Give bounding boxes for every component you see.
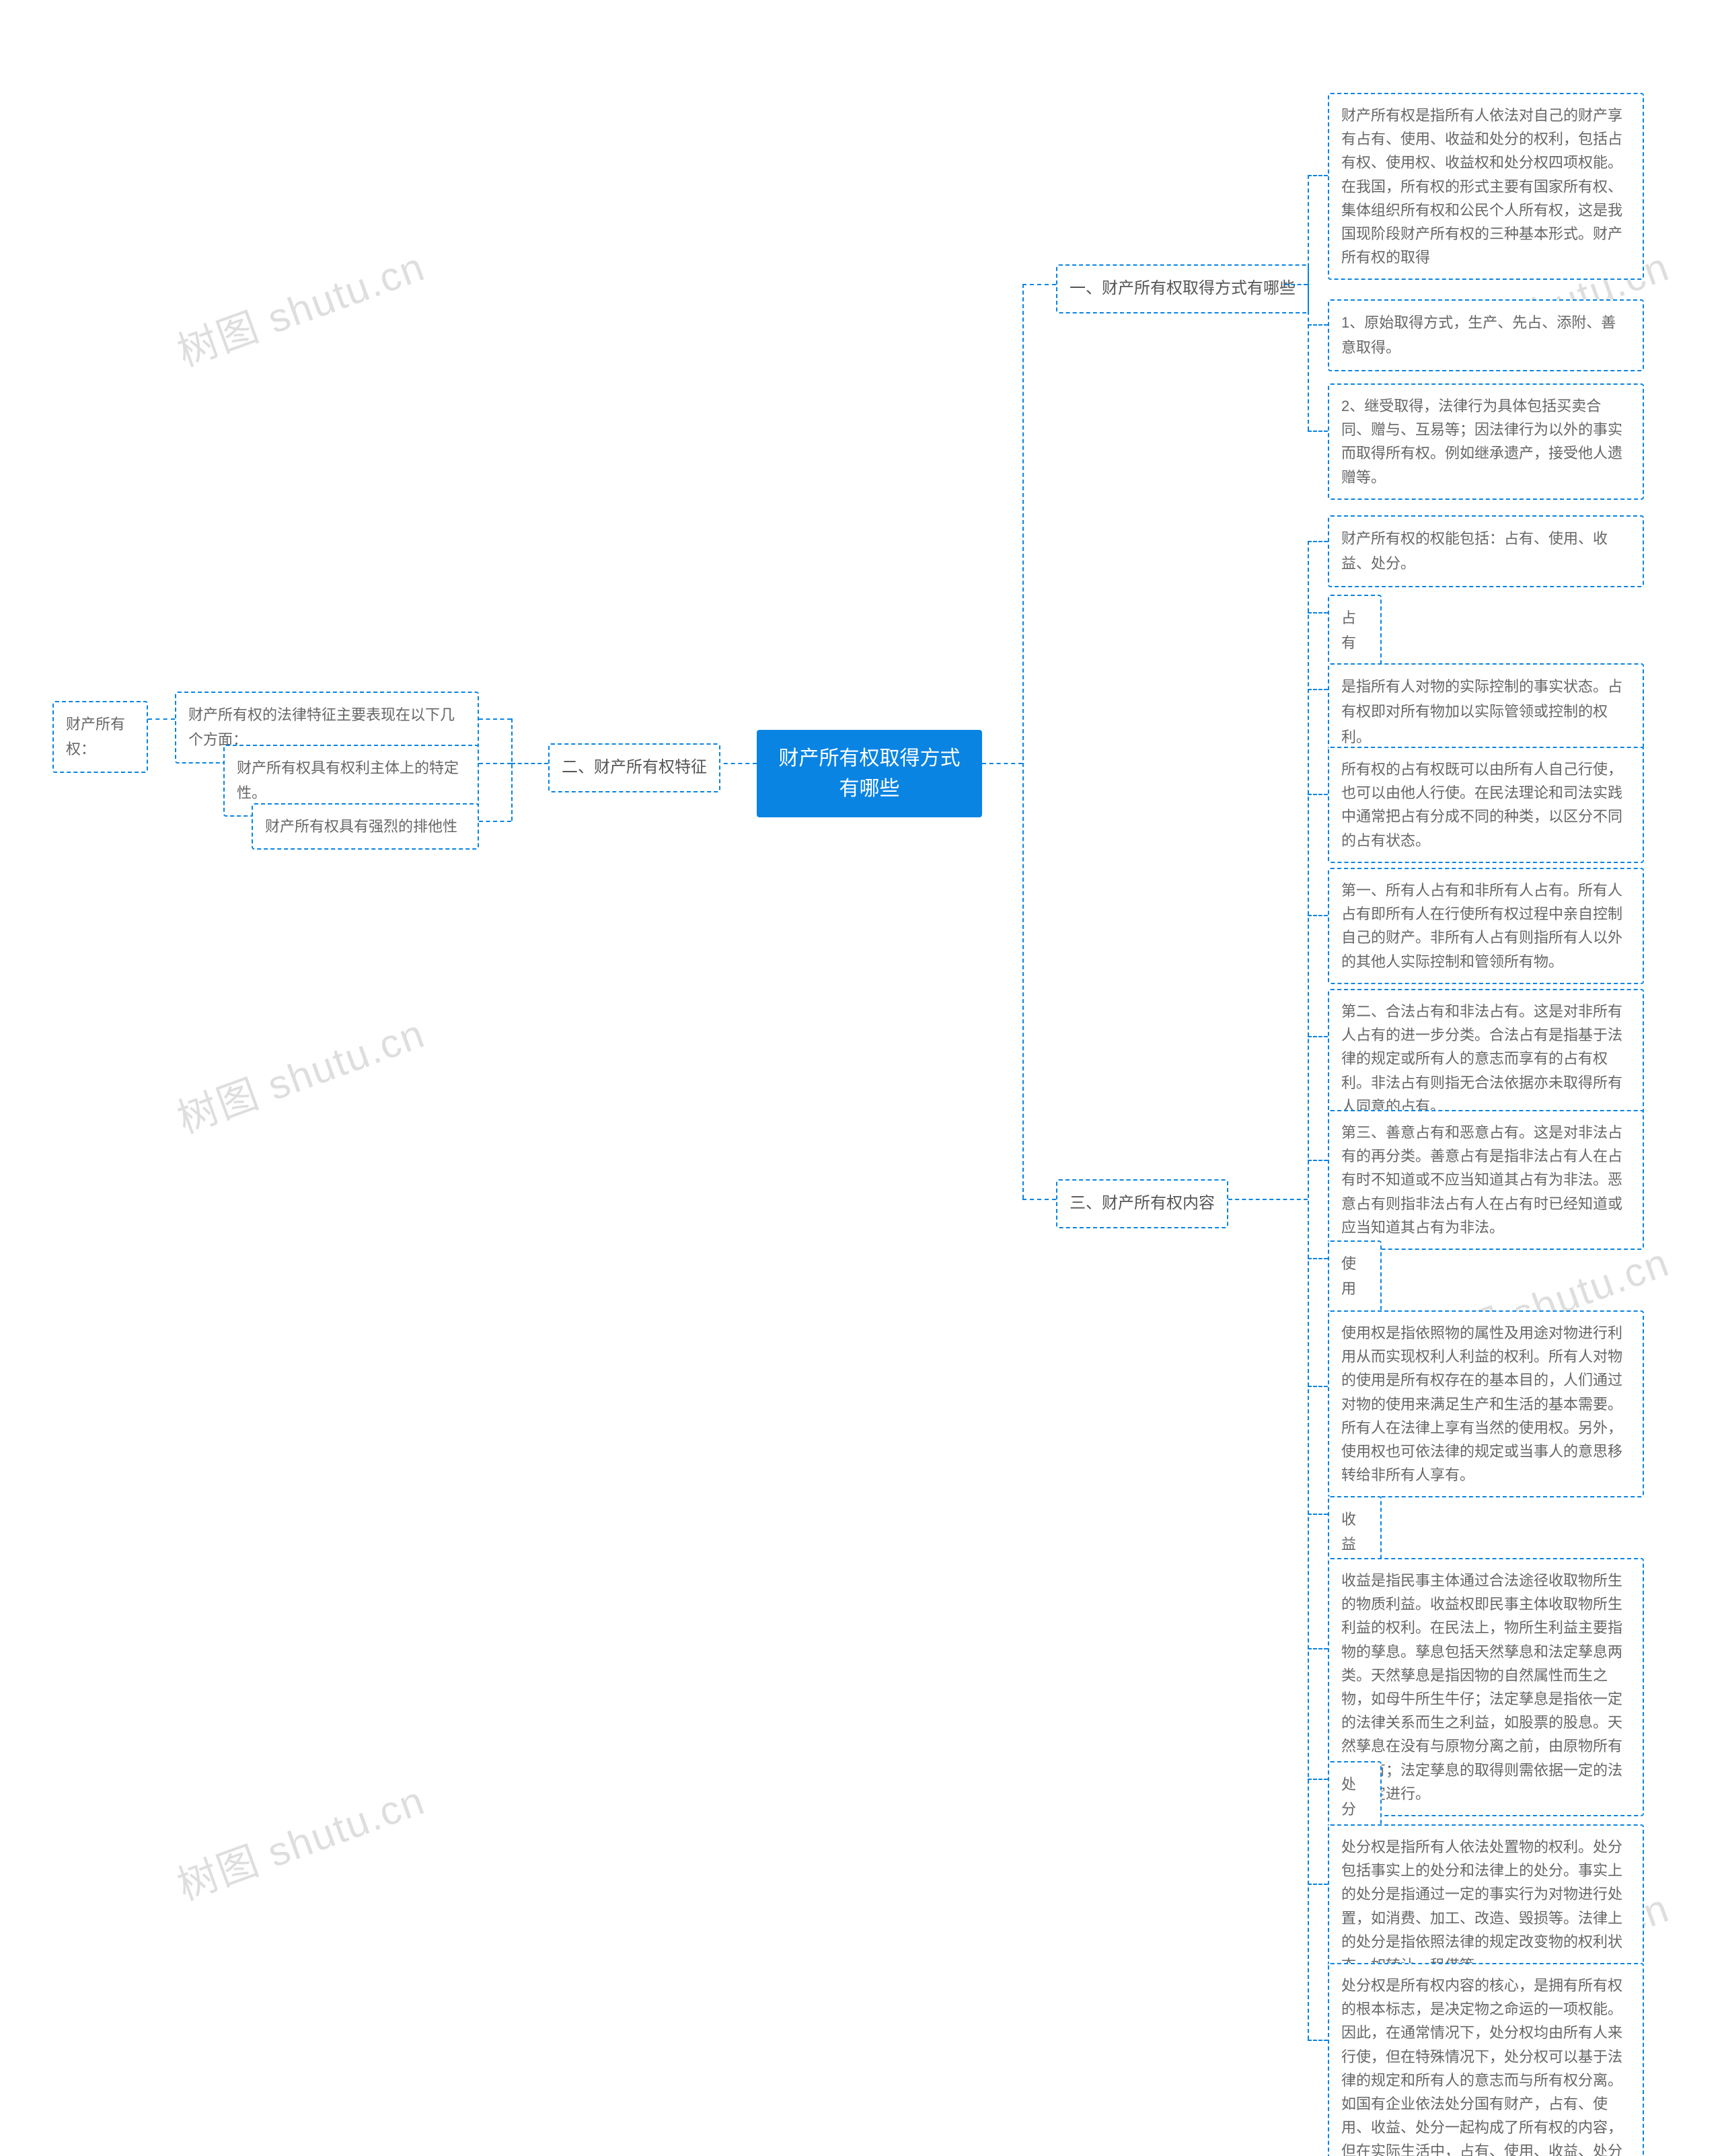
s3-possess-p1[interactable]: 是指所有人对物的实际控制的事实状态。占有权即对所有物加以实际管领或控制的权利。: [1328, 663, 1644, 760]
mindmap-canvas: 树图 shutu.cn 树图 shutu.cn 树图 shutu.cn 树图 s…: [0, 0, 1722, 2156]
root-node[interactable]: 财产所有权取得方式有哪些: [757, 730, 982, 817]
connector: [716, 763, 757, 764]
connector: [1308, 2040, 1328, 2041]
connector: [1308, 541, 1309, 2040]
section-2-title[interactable]: 二、财产所有权特征: [548, 743, 720, 792]
connector: [1308, 324, 1328, 326]
section-3-title[interactable]: 三、财产所有权内容: [1056, 1179, 1228, 1228]
connector: [511, 718, 513, 821]
connector: [1308, 1036, 1328, 1037]
s3-use-title[interactable]: 使用: [1328, 1240, 1382, 1312]
watermark: 树图 shutu.cn: [168, 234, 432, 378]
connector: [1308, 175, 1328, 176]
connector: [511, 763, 548, 764]
connector: [479, 821, 511, 822]
s1-paragraph-1[interactable]: 财产所有权是指所有人依法对自己的财产享有占有、使用、收益和处分的权利，包括占有权…: [1328, 93, 1644, 280]
watermark: 树图 shutu.cn: [168, 1001, 432, 1145]
connector: [1308, 612, 1328, 614]
s3-dispose-p2[interactable]: 处分权是所有权内容的核心，是拥有所有权的根本标志，是决定物之命运的一项权能。因此…: [1328, 1963, 1644, 2156]
connector: [1308, 1884, 1328, 1885]
connector: [1308, 915, 1328, 916]
s1-paragraph-3[interactable]: 2、继受取得，法律行为具体包括买卖合同、赠与、互易等；因法律行为以外的事实而取得…: [1328, 383, 1644, 500]
connector: [982, 763, 1022, 764]
connector: [1308, 1258, 1328, 1259]
s3-possess-p3[interactable]: 第一、所有人占有和非所有人占有。所有人占有即所有人在行使所有权过程中亲自控制自己…: [1328, 868, 1644, 984]
watermark: 树图 shutu.cn: [168, 1768, 432, 1912]
connector: [1308, 1648, 1328, 1649]
s3-profit-title[interactable]: 收益: [1328, 1496, 1382, 1568]
connector: [1022, 284, 1056, 285]
connector: [1308, 1514, 1328, 1515]
s3-summary[interactable]: 财产所有权的权能包括：占有、使用、收益、处分。: [1328, 515, 1644, 587]
connector: [1285, 284, 1308, 285]
connector: [1022, 284, 1024, 1199]
s3-possess-p5[interactable]: 第三、善意占有和恶意占有。这是对非法占有的再分类。善意占有是指非法占有人在占有时…: [1328, 1110, 1644, 1250]
connector: [1308, 794, 1328, 795]
s2-leaf[interactable]: 财产所有权：: [52, 701, 148, 773]
s1-paragraph-2[interactable]: 1、原始取得方式，生产、先占、添附、善意取得。: [1328, 299, 1644, 371]
connector: [1308, 1779, 1328, 1780]
connector: [1308, 175, 1309, 431]
connector: [1022, 1199, 1056, 1200]
connector: [479, 763, 511, 764]
connector: [1308, 541, 1328, 542]
connector: [1228, 1199, 1308, 1200]
s3-dispose-title[interactable]: 处分: [1328, 1761, 1382, 1833]
connector: [479, 718, 511, 720]
s3-possess-p2[interactable]: 所有权的占有权既可以由所有人自己行使，也可以由他人行使。在民法理论和司法实践中通…: [1328, 747, 1644, 863]
s2-item-3[interactable]: 财产所有权具有强烈的排他性: [252, 803, 479, 850]
section-1-title[interactable]: 一、财产所有权取得方式有哪些: [1056, 264, 1309, 313]
s3-use-p1[interactable]: 使用权是指依照物的属性及用途对物进行利用从而实现权利人利益的权利。所有人对物的使…: [1328, 1310, 1644, 1497]
connector: [148, 718, 175, 720]
connector: [1308, 431, 1328, 432]
connector: [1308, 1386, 1328, 1387]
s3-possess-p4[interactable]: 第二、合法占有和非法占有。这是对非所有人占有的进一步分类。合法占有是指基于法律的…: [1328, 989, 1644, 1129]
s3-possess-title[interactable]: 占有: [1328, 595, 1382, 667]
connector: [1308, 1160, 1328, 1161]
connector: [1308, 689, 1328, 690]
